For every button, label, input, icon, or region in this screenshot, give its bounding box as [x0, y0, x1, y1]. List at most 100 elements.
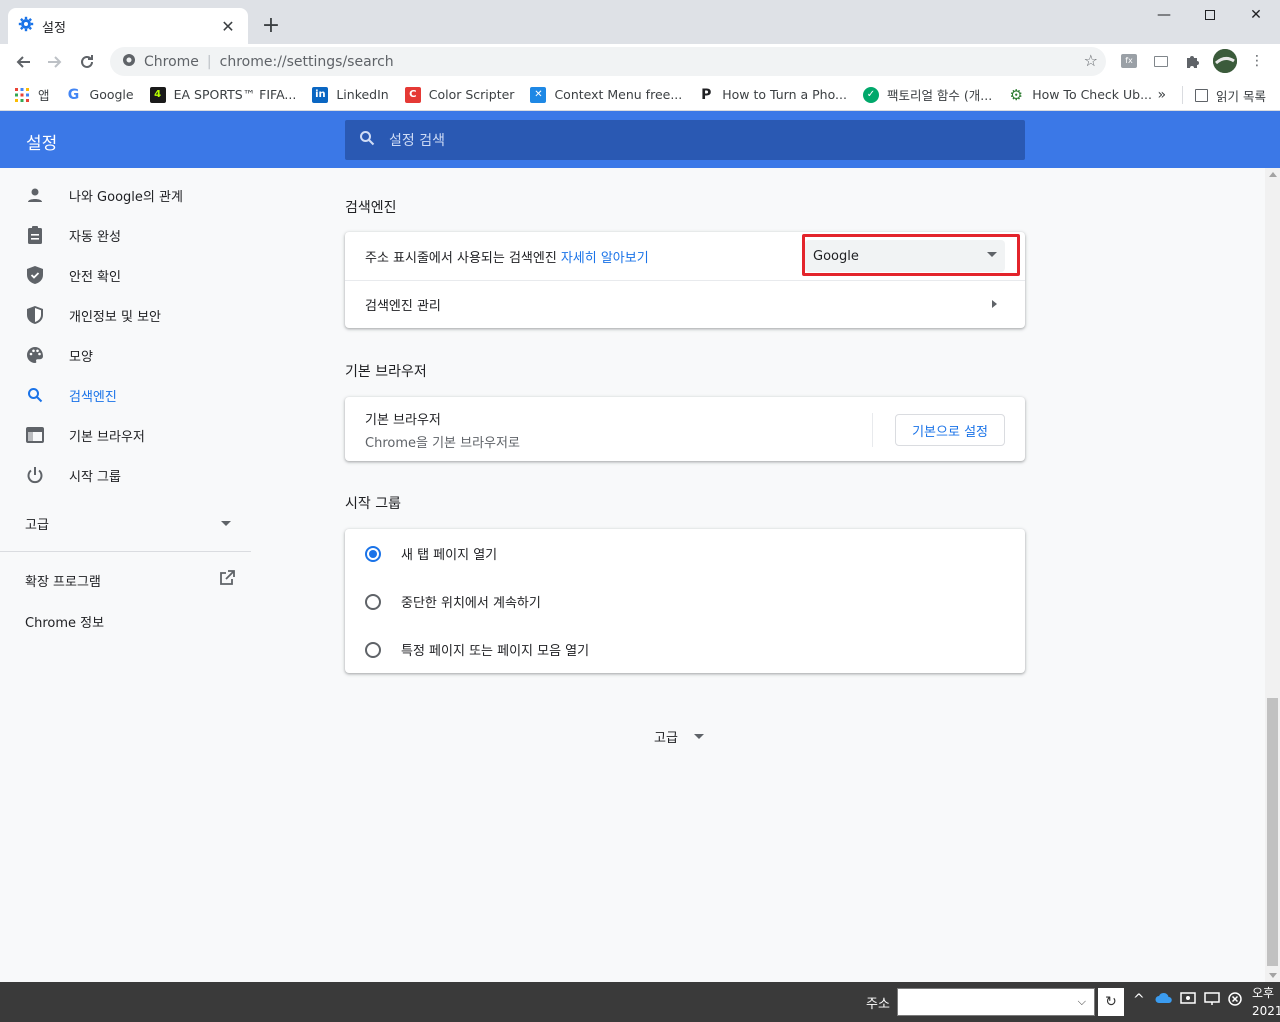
- bookmarks-right: » 읽기 목록: [1157, 79, 1266, 111]
- linkedin-icon: in: [312, 86, 329, 103]
- tab-strip: 설정 ✕ + — ✕: [0, 0, 1280, 44]
- default-browser-card: 기본 브라우저 Chrome을 기본 브라우저로 기본으로 설정: [345, 397, 1025, 461]
- bookmark-how-to-check[interactable]: ⚙ How To Check Ub...: [1008, 86, 1152, 104]
- bookmark-label: 팩토리얼 함수 (개...: [886, 88, 993, 103]
- p-icon: P: [701, 86, 712, 103]
- tray-display-icon[interactable]: [1204, 992, 1220, 1010]
- tray-chevron-up-icon[interactable]: ^: [1133, 992, 1145, 1008]
- tray-network-icon[interactable]: [1180, 992, 1196, 1010]
- onedrive-cloud-icon[interactable]: [1155, 992, 1173, 1008]
- startup-option-specific-pages[interactable]: 특정 페이지 또는 페이지 모음 열기: [365, 640, 589, 659]
- startup-option-continue[interactable]: 중단한 위치에서 계속하기: [365, 592, 541, 611]
- bookmark-linkedin[interactable]: in LinkedIn: [312, 86, 389, 103]
- new-tab-button[interactable]: +: [258, 12, 284, 38]
- scroll-down-arrow-icon[interactable]: [1269, 973, 1277, 978]
- section-title-default-browser: 기본 브라우저: [345, 364, 427, 380]
- taskbar-clock[interactable]: 오후 2021: [1252, 984, 1280, 1020]
- back-button[interactable]: [9, 48, 37, 76]
- sidebar-item-on-startup[interactable]: 시작 그룹: [0, 455, 251, 495]
- on-startup-card: 새 탭 페이지 열기 중단한 위치에서 계속하기 특정 페이지 또는 페이지 모…: [345, 529, 1025, 673]
- sidebar-item-label: 모양: [69, 349, 93, 365]
- shield-check-icon: [25, 265, 45, 285]
- startup-option-label: 특정 페이지 또는 페이지 모음 열기: [401, 644, 590, 659]
- color-scripter-icon: C: [404, 86, 421, 103]
- scroll-up-arrow-icon[interactable]: [1269, 172, 1277, 177]
- profile-avatar[interactable]: [1213, 49, 1237, 73]
- sidebar-divider: [0, 551, 251, 552]
- extension-window-icon[interactable]: [1150, 50, 1172, 72]
- radio-checked[interactable]: [365, 545, 381, 562]
- taskbar-address-go-button[interactable]: ↻: [1098, 988, 1124, 1016]
- reload-button[interactable]: [73, 48, 101, 76]
- learn-more-link[interactable]: 자세히 알아보기: [561, 247, 649, 266]
- sidebar-item-privacy[interactable]: 개인정보 및 보안: [0, 295, 251, 335]
- make-default-button[interactable]: 기본으로 설정: [895, 414, 1005, 446]
- clock-line-2: 2021: [1252, 1004, 1280, 1018]
- advanced-label: 고급: [654, 731, 678, 746]
- sidebar-item-default-browser[interactable]: 기본 브라우저: [0, 415, 251, 455]
- bookmark-how-to-turn[interactable]: P How to Turn a Pho...: [698, 87, 847, 103]
- bookmarks-overflow-button[interactable]: »: [1157, 87, 1166, 103]
- search-engine-select[interactable]: Google: [805, 240, 1005, 272]
- scrollbar-thumb[interactable]: [1267, 698, 1278, 966]
- bookmark-label: LinkedIn: [336, 87, 389, 102]
- bookmark-color-scripter[interactable]: C Color Scripter: [404, 86, 515, 103]
- sidebar-item-label: 개인정보 및 보안: [69, 309, 161, 325]
- radio-unchecked[interactable]: [365, 593, 381, 610]
- extensions-puzzle-icon[interactable]: [1182, 50, 1204, 72]
- chevron-down-icon[interactable]: ⌵: [1078, 995, 1086, 1009]
- bookmark-label: How to Turn a Pho...: [722, 87, 847, 102]
- bookmark-star-icon[interactable]: ☆: [1084, 51, 1098, 70]
- sidebar-extensions-link[interactable]: 확장 프로그램: [25, 570, 235, 590]
- person-icon: [25, 185, 45, 205]
- bookmark-label: Color Scripter: [428, 87, 515, 102]
- bookmark-factorial[interactable]: ✓ 팩토리얼 함수 (개...: [862, 85, 993, 104]
- bookmark-label: 앱: [38, 88, 50, 103]
- maximize-button[interactable]: [1187, 0, 1233, 30]
- bookmark-google[interactable]: G Google: [66, 87, 134, 103]
- menu-kebab-icon[interactable]: ⋮: [1246, 50, 1268, 72]
- sidebar-advanced-label: 고급: [25, 518, 49, 533]
- extension-fx-icon[interactable]: fx: [1118, 50, 1140, 72]
- manage-search-engines-row[interactable]: 검색엔진 관리: [345, 281, 1025, 328]
- startup-option-new-tab[interactable]: 새 탭 페이지 열기: [365, 544, 497, 563]
- address-bar-engine-row: 주소 표시줄에서 사용되는 검색엔진 자세히 알아보기 Google: [345, 232, 1025, 280]
- gear-icon: [18, 16, 34, 36]
- reading-list-icon: [1195, 88, 1209, 102]
- open-external-icon: [219, 570, 235, 590]
- sidebar-advanced-toggle[interactable]: 고급: [25, 514, 231, 533]
- search-icon: [25, 385, 45, 405]
- sidebar-item-appearance[interactable]: 모양: [0, 335, 251, 375]
- forward-button[interactable]: [41, 48, 69, 76]
- tab-title: 설정: [42, 20, 66, 36]
- sidebar-extensions-label: 확장 프로그램: [25, 574, 101, 590]
- radio-unchecked[interactable]: [365, 641, 381, 658]
- bookmark-ea-sports[interactable]: 4 EA SPORTS™ FIFA...: [149, 86, 297, 103]
- ea-icon: 4: [149, 86, 166, 103]
- bookmark-apps[interactable]: 앱: [14, 85, 50, 104]
- scrollbar[interactable]: [1265, 168, 1280, 982]
- manage-search-engines-label: 검색엔진 관리: [365, 299, 441, 314]
- reading-list-button[interactable]: 읽기 목록: [1182, 86, 1266, 104]
- close-tab-icon[interactable]: ✕: [218, 16, 238, 36]
- tab-settings[interactable]: 설정 ✕: [8, 8, 248, 44]
- sidebar-about-chrome[interactable]: Chrome 정보: [25, 612, 104, 631]
- minimize-button[interactable]: —: [1141, 0, 1187, 30]
- taskbar-address-input[interactable]: ⌵: [897, 988, 1095, 1016]
- sidebar-item-safety-check[interactable]: 안전 확인: [0, 255, 251, 295]
- sidebar-item-you-and-google[interactable]: 나와 Google의 관계: [0, 175, 251, 215]
- advanced-toggle[interactable]: 고급: [654, 727, 704, 746]
- sidebar-item-autofill[interactable]: 자동 완성: [0, 215, 251, 255]
- address-bar[interactable]: Chrome | chrome://settings/search ☆: [110, 47, 1106, 76]
- default-browser-row-title: 기본 브라우저: [365, 413, 441, 428]
- tray-volume-muted-icon[interactable]: [1228, 992, 1242, 1010]
- sidebar-item-search-engine[interactable]: 검색엔진: [0, 375, 251, 415]
- bookmark-label: EA SPORTS™ FIFA...: [173, 87, 297, 102]
- sidebar-item-label: 기본 브라우저: [69, 429, 145, 445]
- power-icon: [25, 465, 45, 485]
- shield-green-icon: ✓: [862, 86, 879, 103]
- startup-option-label: 새 탭 페이지 열기: [401, 548, 498, 563]
- settings-search-input[interactable]: 설정 검색: [345, 120, 1025, 160]
- close-window-button[interactable]: ✕: [1233, 0, 1279, 30]
- bookmark-context-menu[interactable]: ✕ Context Menu free...: [530, 86, 682, 103]
